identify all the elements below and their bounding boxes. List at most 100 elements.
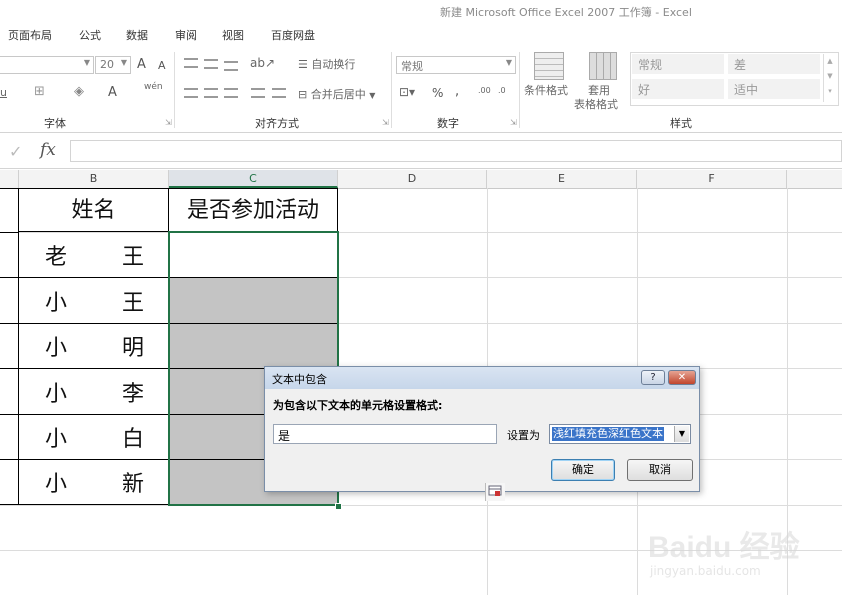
gallery-scroll-icon[interactable]: ▲ ▼ ▾ — [823, 54, 836, 102]
orientation-icon[interactable]: ab↗ — [250, 56, 275, 70]
font-size-select[interactable]: 20 ▼ — [95, 56, 131, 74]
font-color-button[interactable]: A — [108, 85, 117, 100]
merge-icon: ⊟ — [298, 88, 308, 101]
align-middle-icon[interactable] — [204, 59, 218, 69]
align-left-icon[interactable] — [184, 88, 198, 98]
number-format-value: 常规 — [401, 60, 423, 73]
column-header-g[interactable] — [787, 170, 842, 188]
dialog-prompt: 为包含以下文本的单元格设置格式: — [273, 399, 443, 412]
dialog-launcher-icon[interactable]: ⇲ — [510, 118, 517, 127]
format-select[interactable]: 浅红填充色深红色文本 ▼ — [549, 424, 691, 444]
table-row[interactable]: 老王 — [19, 233, 168, 278]
accounting-format-icon[interactable]: ⊡▾ — [399, 85, 415, 99]
wrap-text-label: 自动换行 — [311, 58, 356, 71]
tab-formulas[interactable]: 公式 — [79, 27, 101, 43]
style-bad[interactable]: 差 — [728, 54, 820, 74]
comma-button[interactable]: , — [455, 84, 459, 99]
fill-color-icon[interactable]: ◈ — [74, 84, 84, 99]
group-divider — [519, 52, 520, 128]
align-right-icon[interactable] — [224, 88, 238, 98]
grow-font-button[interactable]: A — [137, 57, 146, 72]
help-button[interactable]: ? — [641, 370, 665, 385]
style-good[interactable]: 好 — [632, 79, 724, 99]
column-header-f[interactable]: F — [637, 170, 787, 188]
contains-text-value: 是 — [278, 429, 291, 443]
font-size-value: 20 — [100, 58, 114, 71]
format-select-value: 浅红填充色深红色文本 — [552, 427, 664, 441]
font-group-label: 字体 — [44, 117, 66, 130]
dialog-title-bar[interactable]: 文本中包含 ? ✕ — [265, 367, 699, 389]
enter-check-icon[interactable]: ✓ — [9, 142, 22, 161]
format-as-table-line2[interactable]: 表格格式 — [574, 96, 618, 112]
insert-function-icon[interactable]: fx — [40, 140, 56, 160]
close-button[interactable]: ✕ — [668, 370, 696, 385]
align-bottom-icon[interactable] — [224, 61, 238, 71]
table-row[interactable]: 小王 — [19, 278, 168, 324]
dialog-launcher-icon[interactable]: ⇲ — [382, 118, 389, 127]
percent-button[interactable]: % — [432, 86, 443, 100]
merge-center-button[interactable]: ⊟ 合并后居中 ▼ — [298, 86, 375, 102]
name-first-char: 小 — [45, 381, 68, 407]
tab-baidu-netdisk[interactable]: 百度网盘 — [271, 27, 315, 43]
column-header-c[interactable]: C — [169, 170, 338, 188]
increase-indent-icon[interactable] — [272, 88, 286, 98]
table-row[interactable]: 小李 — [19, 369, 168, 415]
table-border — [0, 368, 19, 369]
format-as-table-icon[interactable] — [589, 52, 617, 80]
watermark-url: jingyan.baidu.com — [650, 564, 761, 578]
underline-button[interactable]: u — [0, 86, 7, 99]
wrap-text-button[interactable]: ☰ 自动换行 — [298, 56, 355, 72]
dialog-launcher-icon[interactable]: ⇲ — [165, 118, 172, 127]
contains-text-input[interactable]: 是 — [273, 424, 505, 501]
merge-center-label: 合并后居中 — [310, 88, 366, 101]
tab-data[interactable]: 数据 — [126, 27, 148, 43]
column-header-a[interactable] — [0, 170, 19, 188]
style-neutral[interactable]: 适中 — [728, 79, 820, 99]
name-first-char: 小 — [45, 427, 68, 452]
border-icon[interactable]: ⊞ — [34, 84, 45, 99]
align-center-icon[interactable] — [204, 88, 218, 98]
decrease-decimal-icon[interactable]: .0 — [498, 86, 506, 95]
header-activity-cell[interactable]: 是否参加活动 — [169, 189, 338, 232]
conditional-format-button[interactable]: 条件格式 — [524, 82, 568, 98]
table-border — [0, 277, 19, 278]
name-first-char: 小 — [45, 472, 68, 497]
fill-handle[interactable] — [335, 503, 342, 510]
table-row[interactable]: 小明 — [19, 324, 168, 369]
number-format-select[interactable]: 常规 ▼ — [396, 56, 516, 74]
align-top-icon[interactable] — [184, 58, 198, 68]
style-normal[interactable]: 常规 — [632, 54, 724, 74]
name-last-char: 新 — [121, 472, 144, 497]
name-last-char: 白 — [121, 427, 144, 452]
table-border — [0, 232, 19, 233]
ok-button[interactable]: 确定 — [551, 459, 615, 481]
increase-decimal-icon[interactable]: .00 — [478, 86, 491, 95]
table-border — [0, 414, 19, 415]
column-header-d[interactable]: D — [338, 170, 487, 188]
formula-input[interactable] — [70, 140, 842, 162]
table-row[interactable]: 小白 — [19, 415, 168, 460]
table-row[interactable]: 小新 — [19, 460, 168, 504]
header-name-cell[interactable]: 姓名 — [19, 189, 168, 232]
conditional-format-icon[interactable] — [534, 52, 564, 80]
decrease-indent-icon[interactable] — [251, 88, 265, 98]
alignment-group-label: 对齐方式 — [255, 117, 299, 130]
ribbon-tabs: 页面布局 公式 数据 审阅 视图 百度网盘 — [0, 22, 842, 46]
name-first-char: 小 — [45, 336, 68, 361]
phonetic-button[interactable]: wén — [144, 82, 163, 92]
column-header-e[interactable]: E — [487, 170, 637, 188]
name-last-char: 王 — [121, 290, 144, 316]
tab-view[interactable]: 视图 — [222, 27, 244, 43]
cancel-button[interactable]: 取消 — [627, 459, 693, 481]
tab-page-layout[interactable]: 页面布局 — [8, 27, 52, 43]
shrink-font-button[interactable]: A — [158, 59, 166, 72]
range-picker-icon — [488, 485, 502, 496]
number-group-label: 数字 — [437, 117, 459, 130]
column-header-b[interactable]: B — [19, 170, 169, 188]
font-name-select[interactable]: ▼ — [0, 56, 94, 74]
table-border — [0, 459, 19, 460]
close-icon: ✕ — [677, 372, 687, 383]
range-select-button[interactable] — [485, 483, 505, 501]
tab-review[interactable]: 审阅 — [175, 27, 197, 43]
chevron-down-icon[interactable]: ▼ — [674, 426, 689, 442]
